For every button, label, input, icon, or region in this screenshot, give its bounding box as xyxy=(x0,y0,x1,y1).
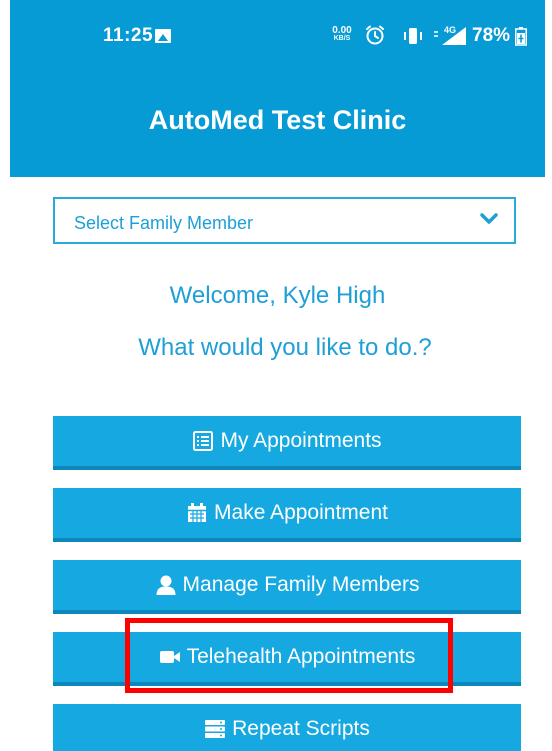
welcome-message: Welcome, Kyle High xyxy=(169,282,386,309)
network-speed: 0.00 KB/S xyxy=(330,26,354,43)
family-member-select-value: Select Family Member xyxy=(74,213,254,233)
server-icon xyxy=(205,720,226,738)
alarm-icon xyxy=(366,25,384,45)
action-prompt: What would you like to do.? xyxy=(138,334,432,361)
battery-charging-icon xyxy=(515,27,527,46)
battery-level: 78% xyxy=(472,25,511,46)
user-icon xyxy=(156,575,176,595)
manage-family-members-label: Manage Family Members xyxy=(182,573,420,596)
repeat-scripts-label: Repeat Scripts xyxy=(232,717,370,740)
page-title: AutoMed Test Clinic xyxy=(148,105,407,135)
telehealth-appointments-label: Telehealth Appointments xyxy=(186,645,416,668)
make-appointment-button[interactable]: Make Appointment xyxy=(53,488,521,542)
my-appointments-button[interactable]: My Appointments xyxy=(53,416,521,470)
vibrate-icon xyxy=(404,28,422,44)
list-icon xyxy=(193,431,214,451)
my-appointments-label: My Appointments xyxy=(220,429,382,452)
screen: 11:25 0.00 KB/S 4G 78% AutoMed Test Clin… xyxy=(0,0,552,751)
manage-family-members-button[interactable]: Manage Family Members xyxy=(53,560,521,614)
family-member-select[interactable]: Select Family Member xyxy=(53,197,516,244)
video-camera-icon xyxy=(159,651,180,663)
repeat-scripts-button[interactable]: Repeat Scripts xyxy=(53,704,521,751)
network-type: 4G xyxy=(444,25,456,35)
status-time: 11:25 xyxy=(103,25,154,46)
network-speed-unit: KB/S xyxy=(333,35,351,42)
signal-icon: 4G xyxy=(434,25,466,45)
chevron-down-icon xyxy=(480,213,498,224)
image-icon xyxy=(155,29,171,43)
telehealth-appointments-button[interactable]: Telehealth Appointments xyxy=(53,632,521,686)
calendar-icon xyxy=(188,503,207,522)
make-appointment-label: Make Appointment xyxy=(214,501,388,524)
